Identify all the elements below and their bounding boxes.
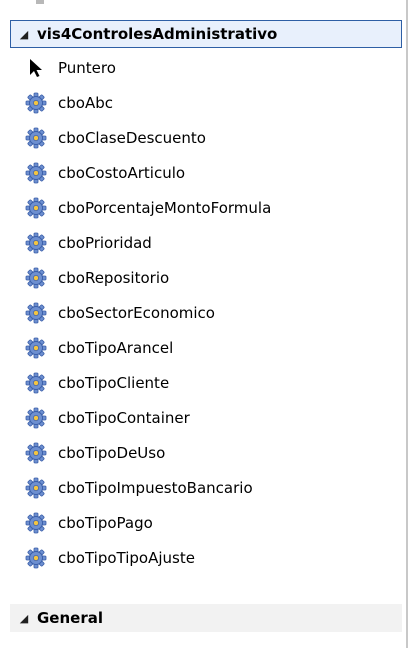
component-gear-icon: [24, 126, 48, 150]
group-header-vis4controlesadministrativo[interactable]: ◢ vis4ControlesAdministrativo: [10, 20, 402, 48]
collapse-triangle-icon[interactable]: ◢: [11, 612, 37, 625]
toolbox-item-cbotipocliente[interactable]: cboTipoCliente: [10, 365, 402, 400]
toolbox-item-label: cboTipoTipoAjuste: [58, 548, 195, 567]
toolbox-item-label: cboTipoImpuestoBancario: [58, 478, 253, 497]
toolbox-item-cboporcentajemontoformula[interactable]: cboPorcentajeMontoFormula: [10, 190, 402, 225]
collapse-triangle-icon[interactable]: ◢: [11, 28, 37, 41]
component-gear-icon: [24, 546, 48, 570]
toolbox-item-label: cboTipoCliente: [58, 373, 170, 392]
toolbox-item-label: cboTipoDeUso: [58, 443, 166, 462]
component-gear-icon: [24, 161, 48, 185]
toolbox-item-label: cboPrioridad: [58, 233, 152, 252]
scroll-remnant: [36, 0, 44, 4]
toolbox-item-label: cboClaseDescuento: [58, 128, 206, 147]
group-title: General: [37, 609, 103, 627]
component-gear-icon: [24, 196, 48, 220]
toolbox-item-cboprioridad[interactable]: cboPrioridad: [10, 225, 402, 260]
component-gear-icon: [24, 336, 48, 360]
toolbox-item-cboclasedescuento[interactable]: cboClaseDescuento: [10, 120, 402, 155]
toolbox-item-label: cboTipoPago: [58, 513, 153, 532]
toolbox-item-cboabc[interactable]: cboAbc: [10, 85, 402, 120]
component-gear-icon: [24, 301, 48, 325]
toolbox-item-cborepositorio[interactable]: cboRepositorio: [10, 260, 402, 295]
toolbox-item-cbotipocontainer[interactable]: cboTipoContainer: [10, 400, 402, 435]
pointer-arrow-icon: [24, 56, 48, 80]
toolbox-item-label: Puntero: [58, 58, 116, 77]
component-gear-icon: [24, 231, 48, 255]
component-gear-icon: [24, 91, 48, 115]
toolbox-item-label: cboTipoArancel: [58, 338, 174, 357]
toolbox-top-edge: [0, 0, 408, 20]
toolbox-item-cbosectoreconomico[interactable]: cboSectorEconomico: [10, 295, 402, 330]
toolbox-item-label: cboCostoArticulo: [58, 163, 186, 182]
toolbox-item-cbotipopago[interactable]: cboTipoPago: [10, 505, 402, 540]
toolbox-item-label: cboRepositorio: [58, 268, 170, 287]
toolbox-panel: ◢ vis4ControlesAdministrativo Puntero cb…: [0, 0, 408, 648]
group-title: vis4ControlesAdministrativo: [37, 25, 278, 43]
toolbox-item-label: cboAbc: [58, 93, 113, 112]
toolbox-item-puntero[interactable]: Puntero: [10, 50, 402, 85]
toolbox-item-label: cboTipoContainer: [58, 408, 190, 427]
toolbox-item-cbotipoimpuestobancario[interactable]: cboTipoImpuestoBancario: [10, 470, 402, 505]
toolbox-item-cbotipodeuso[interactable]: cboTipoDeUso: [10, 435, 402, 470]
toolbox-item-list: Puntero cboAbc cboClaseDescuento cboCost…: [10, 50, 402, 575]
component-gear-icon: [24, 441, 48, 465]
toolbox-item-label: cboSectorEconomico: [58, 303, 215, 322]
component-gear-icon: [24, 476, 48, 500]
toolbox-item-cbotipotipoajuste[interactable]: cboTipoTipoAjuste: [10, 540, 402, 575]
component-gear-icon: [24, 266, 48, 290]
group-header-general[interactable]: ◢ General: [10, 604, 402, 632]
component-gear-icon: [24, 371, 48, 395]
component-gear-icon: [24, 406, 48, 430]
component-gear-icon: [24, 511, 48, 535]
toolbox-item-label: cboPorcentajeMontoFormula: [58, 198, 272, 217]
toolbox-item-cbotipoarancel[interactable]: cboTipoArancel: [10, 330, 402, 365]
toolbox-item-cbocostoarticulo[interactable]: cboCostoArticulo: [10, 155, 402, 190]
